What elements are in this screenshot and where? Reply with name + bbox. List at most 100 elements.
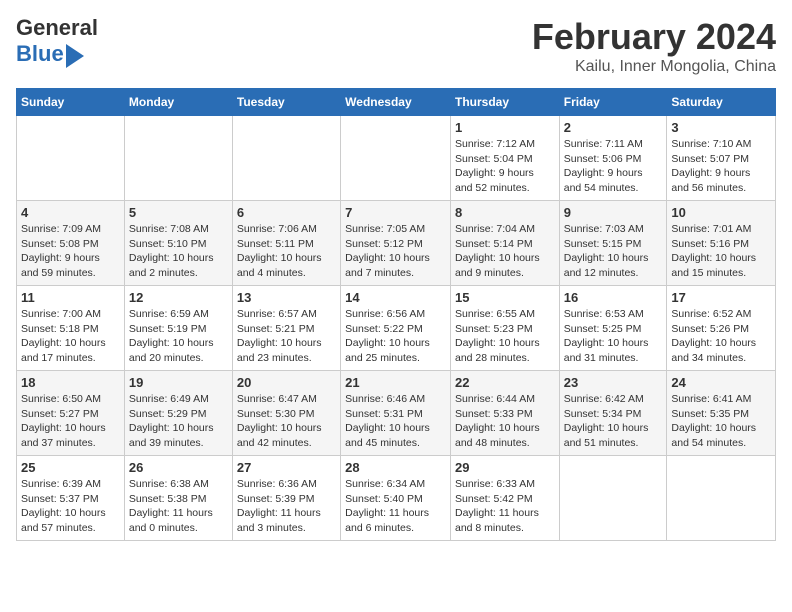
day-number: 8 bbox=[455, 205, 555, 220]
day-info: Sunrise: 7:06 AM Sunset: 5:11 PM Dayligh… bbox=[237, 222, 336, 281]
calendar-cell bbox=[232, 116, 340, 201]
day-info: Sunrise: 6:42 AM Sunset: 5:34 PM Dayligh… bbox=[564, 392, 663, 451]
calendar-cell: 2Sunrise: 7:11 AM Sunset: 5:06 PM Daylig… bbox=[559, 116, 667, 201]
day-number: 25 bbox=[21, 460, 120, 475]
calendar-cell: 23 Sunrise: 6:42 AM Sunset: 5:34 PM Dayli… bbox=[559, 371, 667, 456]
day-number: 16 bbox=[564, 290, 663, 305]
day-number: 7 bbox=[345, 205, 446, 220]
calendar-cell: 20 Sunrise: 6:47 AM Sunset: 5:30 PM Dayli… bbox=[232, 371, 340, 456]
day-number: 29 bbox=[455, 460, 555, 475]
calendar-week-row: 1 Sunrise: 7:12 AM Sunset: 5:04 PM Daylig… bbox=[17, 116, 776, 201]
day-info: Sunrise: 6:57 AM Sunset: 5:21 PM Dayligh… bbox=[237, 307, 336, 366]
calendar-cell: 14Sunrise: 6:56 AM Sunset: 5:22 PM Dayli… bbox=[341, 286, 451, 371]
calendar-cell: 26 Sunrise: 6:38 AM Sunset: 5:38 PM Dayli… bbox=[124, 456, 232, 541]
page-title: February 2024 bbox=[532, 16, 776, 58]
calendar-cell: 18 Sunrise: 6:50 AM Sunset: 5:27 PM Dayli… bbox=[17, 371, 125, 456]
day-info: Sunrise: 6:33 AM Sunset: 5:42 PM Dayligh… bbox=[455, 477, 555, 536]
day-info: Sunrise: 6:36 AM Sunset: 5:39 PM Dayligh… bbox=[237, 477, 336, 536]
day-number: 23 bbox=[564, 375, 663, 390]
day-number: 20 bbox=[237, 375, 336, 390]
calendar-day-header: Monday bbox=[124, 89, 232, 116]
calendar-cell: 1 Sunrise: 7:12 AM Sunset: 5:04 PM Daylig… bbox=[450, 116, 559, 201]
day-number: 19 bbox=[129, 375, 228, 390]
calendar-week-row: 18 Sunrise: 6:50 AM Sunset: 5:27 PM Dayli… bbox=[17, 371, 776, 456]
day-info: Sunrise: 6:52 AM Sunset: 5:26 PM Dayligh… bbox=[671, 307, 771, 366]
title-block: February 2024 Kailu, Inner Mongolia, Chi… bbox=[532, 16, 776, 76]
day-number: 27 bbox=[237, 460, 336, 475]
calendar-cell: 8 Sunrise: 7:04 AM Sunset: 5:14 PM Daylig… bbox=[450, 201, 559, 286]
day-info: Sunrise: 7:05 AM Sunset: 5:12 PM Dayligh… bbox=[345, 222, 446, 281]
day-number: 1 bbox=[455, 120, 555, 135]
day-info: Sunrise: 6:49 AM Sunset: 5:29 PM Dayligh… bbox=[129, 392, 228, 451]
calendar-cell: 16 Sunrise: 6:53 AM Sunset: 5:25 PM Dayli… bbox=[559, 286, 667, 371]
day-info: Sunrise: 6:53 AM Sunset: 5:25 PM Dayligh… bbox=[564, 307, 663, 366]
day-info: Sunrise: 6:44 AM Sunset: 5:33 PM Dayligh… bbox=[455, 392, 555, 451]
logo-arrow-icon bbox=[66, 44, 84, 68]
calendar-week-row: 11Sunrise: 7:00 AM Sunset: 5:18 PM Dayli… bbox=[17, 286, 776, 371]
calendar-cell: 19 Sunrise: 6:49 AM Sunset: 5:29 PM Dayli… bbox=[124, 371, 232, 456]
day-info: Sunrise: 7:01 AM Sunset: 5:16 PM Dayligh… bbox=[671, 222, 771, 281]
calendar-week-row: 4 Sunrise: 7:09 AM Sunset: 5:08 PM Daylig… bbox=[17, 201, 776, 286]
calendar-day-header: Wednesday bbox=[341, 89, 451, 116]
day-number: 9 bbox=[564, 205, 663, 220]
calendar-cell: 25Sunrise: 6:39 AM Sunset: 5:37 PM Dayli… bbox=[17, 456, 125, 541]
calendar-day-header: Thursday bbox=[450, 89, 559, 116]
calendar-cell: 5 Sunrise: 7:08 AM Sunset: 5:10 PM Daylig… bbox=[124, 201, 232, 286]
day-number: 10 bbox=[671, 205, 771, 220]
day-info: Sunrise: 7:04 AM Sunset: 5:14 PM Dayligh… bbox=[455, 222, 555, 281]
day-number: 2 bbox=[564, 120, 663, 135]
day-number: 18 bbox=[21, 375, 120, 390]
calendar-table: SundayMondayTuesdayWednesdayThursdayFrid… bbox=[16, 88, 776, 541]
calendar-cell: 12 Sunrise: 6:59 AM Sunset: 5:19 PM Dayli… bbox=[124, 286, 232, 371]
calendar-cell: 15Sunrise: 6:55 AM Sunset: 5:23 PM Dayli… bbox=[450, 286, 559, 371]
calendar-cell: 4 Sunrise: 7:09 AM Sunset: 5:08 PM Daylig… bbox=[17, 201, 125, 286]
calendar-cell: 13 Sunrise: 6:57 AM Sunset: 5:21 PM Dayli… bbox=[232, 286, 340, 371]
day-number: 13 bbox=[237, 290, 336, 305]
logo-general: General bbox=[16, 15, 98, 40]
calendar-cell: 17 Sunrise: 6:52 AM Sunset: 5:26 PM Dayli… bbox=[667, 286, 776, 371]
calendar-cell: 10 Sunrise: 7:01 AM Sunset: 5:16 PM Dayli… bbox=[667, 201, 776, 286]
calendar-cell: 21Sunrise: 6:46 AM Sunset: 5:31 PM Dayli… bbox=[341, 371, 451, 456]
calendar-day-header: Friday bbox=[559, 89, 667, 116]
day-number: 5 bbox=[129, 205, 228, 220]
page-header: General Blue February 2024 Kailu, Inner … bbox=[16, 16, 776, 76]
day-info: Sunrise: 6:55 AM Sunset: 5:23 PM Dayligh… bbox=[455, 307, 555, 366]
calendar-cell: 29 Sunrise: 6:33 AM Sunset: 5:42 PM Dayli… bbox=[450, 456, 559, 541]
calendar-cell: 3Sunrise: 7:10 AM Sunset: 5:07 PM Daylig… bbox=[667, 116, 776, 201]
day-info: Sunrise: 7:12 AM Sunset: 5:04 PM Dayligh… bbox=[455, 137, 555, 196]
calendar-cell: 22Sunrise: 6:44 AM Sunset: 5:33 PM Dayli… bbox=[450, 371, 559, 456]
day-number: 26 bbox=[129, 460, 228, 475]
calendar-header-row: SundayMondayTuesdayWednesdayThursdayFrid… bbox=[17, 89, 776, 116]
day-info: Sunrise: 7:08 AM Sunset: 5:10 PM Dayligh… bbox=[129, 222, 228, 281]
day-info: Sunrise: 6:50 AM Sunset: 5:27 PM Dayligh… bbox=[21, 392, 120, 451]
calendar-cell: 27 Sunrise: 6:36 AM Sunset: 5:39 PM Dayli… bbox=[232, 456, 340, 541]
calendar-day-header: Saturday bbox=[667, 89, 776, 116]
calendar-cell: 11Sunrise: 7:00 AM Sunset: 5:18 PM Dayli… bbox=[17, 286, 125, 371]
day-info: Sunrise: 6:41 AM Sunset: 5:35 PM Dayligh… bbox=[671, 392, 771, 451]
day-info: Sunrise: 6:59 AM Sunset: 5:19 PM Dayligh… bbox=[129, 307, 228, 366]
day-number: 17 bbox=[671, 290, 771, 305]
day-info: Sunrise: 6:47 AM Sunset: 5:30 PM Dayligh… bbox=[237, 392, 336, 451]
day-info: Sunrise: 7:09 AM Sunset: 5:08 PM Dayligh… bbox=[21, 222, 120, 281]
calendar-cell bbox=[17, 116, 125, 201]
day-number: 11 bbox=[21, 290, 120, 305]
page-subtitle: Kailu, Inner Mongolia, China bbox=[532, 58, 776, 76]
day-number: 6 bbox=[237, 205, 336, 220]
day-number: 24 bbox=[671, 375, 771, 390]
day-info: Sunrise: 6:34 AM Sunset: 5:40 PM Dayligh… bbox=[345, 477, 446, 536]
logo-blue: Blue bbox=[16, 41, 64, 67]
day-info: Sunrise: 7:03 AM Sunset: 5:15 PM Dayligh… bbox=[564, 222, 663, 281]
day-info: Sunrise: 6:56 AM Sunset: 5:22 PM Dayligh… bbox=[345, 307, 446, 366]
calendar-cell: 24 Sunrise: 6:41 AM Sunset: 5:35 PM Dayli… bbox=[667, 371, 776, 456]
day-number: 12 bbox=[129, 290, 228, 305]
calendar-cell: 9 Sunrise: 7:03 AM Sunset: 5:15 PM Daylig… bbox=[559, 201, 667, 286]
calendar-day-header: Tuesday bbox=[232, 89, 340, 116]
calendar-cell bbox=[341, 116, 451, 201]
calendar-cell bbox=[667, 456, 776, 541]
calendar-cell: 28 Sunrise: 6:34 AM Sunset: 5:40 PM Dayli… bbox=[341, 456, 451, 541]
day-number: 4 bbox=[21, 205, 120, 220]
logo-text: General bbox=[16, 16, 98, 40]
day-number: 21 bbox=[345, 375, 446, 390]
day-number: 28 bbox=[345, 460, 446, 475]
day-info: Sunrise: 6:38 AM Sunset: 5:38 PM Dayligh… bbox=[129, 477, 228, 536]
